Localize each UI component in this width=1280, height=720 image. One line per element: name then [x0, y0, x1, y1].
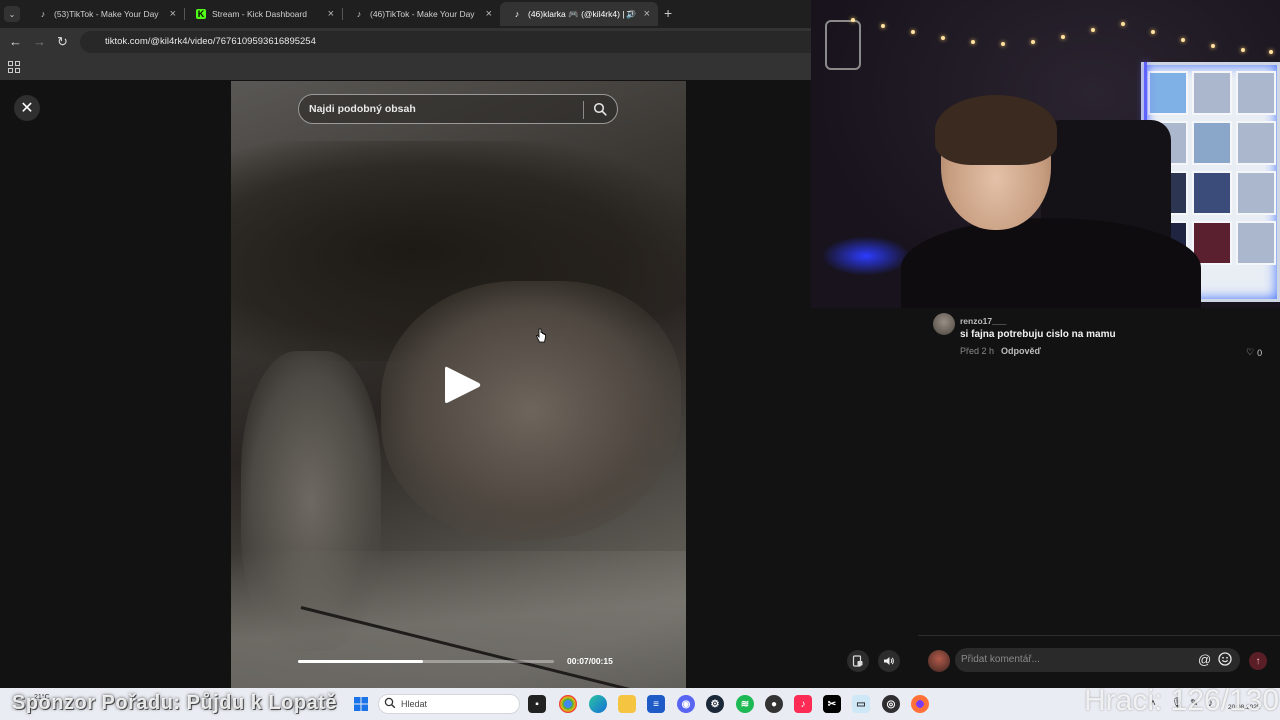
tiktok-icon[interactable]: ♪	[794, 695, 812, 713]
taskbar-search-placeholder: Hledat	[401, 699, 428, 709]
file-icon[interactable]: ▪	[528, 695, 546, 713]
hand-cursor-icon	[536, 328, 546, 343]
comment-text: si fajna potrebuju cislo na mamu	[960, 329, 1116, 340]
comment-timestamp: Před 2 h	[960, 346, 995, 356]
video-progress-bar[interactable]	[298, 660, 554, 663]
tab-close-icon[interactable]: ×	[328, 8, 334, 20]
chrome-icon[interactable]	[559, 695, 577, 713]
tab-title: Stream - Kick Dashboard	[212, 9, 307, 19]
tiktok-icon: ♪	[356, 9, 362, 19]
search-icon	[384, 697, 396, 709]
capcut-icon[interactable]: ✂	[823, 695, 841, 713]
comment-username[interactable]: renzo17___	[960, 316, 1006, 326]
avatar[interactable]	[928, 650, 950, 672]
mention-icon[interactable]: @	[1198, 652, 1211, 667]
tab-title: (46)klarka 🎮 (@kil4rk4) | Ti	[528, 8, 634, 19]
address-bar-row: ← → ↻ tiktok.com/@kil4rk4/video/76761095…	[0, 28, 811, 74]
browser-tab-1[interactable]: ♪ (53)TikTok - Make Your Day ×	[26, 2, 185, 26]
tiktok-icon: ♪	[514, 9, 520, 19]
tab-close-icon[interactable]: ×	[644, 8, 650, 20]
url-input[interactable]: tiktok.com/@kil4rk4/video/76761095936168…	[80, 31, 811, 53]
post-comment-button[interactable]: ↑	[1249, 652, 1267, 670]
webcam-overlay	[811, 0, 1280, 308]
like-count: 0	[1257, 347, 1263, 358]
search-placeholder: Najdi podobný obsah	[309, 103, 416, 115]
browser-tab-2[interactable]: K Stream - Kick Dashboard ×	[184, 2, 343, 26]
spotify-icon[interactable]: ≋	[736, 695, 754, 713]
tab-title: (53)TikTok - Make Your Day	[54, 9, 159, 19]
apps-grid-icon[interactable]	[8, 61, 20, 73]
volume-icon[interactable]	[878, 650, 900, 672]
new-tab-button[interactable]: +	[664, 5, 672, 21]
similar-content-search[interactable]: Najdi podobný obsah	[298, 94, 618, 124]
comment-input[interactable]: Přidat komentář... @	[955, 648, 1240, 672]
forward-arrow-icon[interactable]: →	[33, 34, 46, 49]
browser-tab-3[interactable]: ♪ (46)TikTok - Make Your Day ×	[342, 2, 500, 26]
like-button[interactable]: ♡ 0	[1246, 347, 1262, 358]
video-progress-fill	[298, 660, 424, 663]
kick-icon: K	[196, 9, 206, 19]
close-icon[interactable]: ✕	[14, 95, 40, 121]
firefox-icon[interactable]	[911, 695, 929, 713]
video-time: 00:07/00:15	[567, 656, 613, 666]
tab-title: (46)TikTok - Make Your Day	[370, 9, 475, 19]
windows-icon[interactable]	[352, 695, 370, 713]
steam-icon[interactable]: ⚙	[706, 695, 724, 713]
comments-panel	[918, 308, 1280, 688]
notepad-icon[interactable]: ▭	[852, 695, 870, 713]
sponsor-overlay: Sponzor Pořadu: Půjdu k Lopatě	[12, 692, 337, 714]
folder-icon[interactable]	[618, 695, 636, 713]
browser-tab-4-active[interactable]: ♪ (46)klarka 🎮 (@kil4rk4) | Ti 🔊 ×	[500, 2, 658, 26]
speaker-icon[interactable]: 🔊	[626, 10, 636, 19]
heart-icon: ♡	[1246, 347, 1255, 357]
comment-placeholder: Přidat komentář...	[961, 654, 1040, 665]
obs-icon[interactable]: ◎	[882, 695, 900, 713]
tab-close-icon[interactable]: ×	[486, 8, 492, 20]
browser-tab-bar: ⌄ ♪ (53)TikTok - Make Your Day × K Strea…	[0, 0, 811, 28]
bookmarks-bar	[0, 56, 811, 80]
play-icon[interactable]	[443, 364, 483, 406]
reply-button[interactable]: Odpověď	[1001, 346, 1041, 356]
reload-icon[interactable]: ↻	[57, 34, 68, 50]
pip-icon[interactable]	[847, 650, 869, 672]
tab-search-button[interactable]: ⌄	[4, 6, 20, 22]
back-arrow-icon[interactable]: ←	[9, 34, 22, 49]
emoji-icon[interactable]	[1218, 652, 1232, 666]
avatar[interactable]	[933, 313, 955, 335]
tab-close-icon[interactable]: ×	[170, 8, 176, 20]
players-overlay: Hraci: 126/130	[1084, 684, 1280, 717]
basketball-hoop	[825, 20, 861, 70]
discord-icon[interactable]: ◉	[677, 695, 695, 713]
search-icon[interactable]	[593, 102, 607, 116]
app-icon[interactable]: ●	[765, 695, 783, 713]
notes-icon[interactable]: ≡	[647, 695, 665, 713]
edge-icon[interactable]	[589, 695, 607, 713]
tiktok-icon: ♪	[40, 9, 46, 19]
taskbar-search[interactable]	[378, 694, 520, 714]
